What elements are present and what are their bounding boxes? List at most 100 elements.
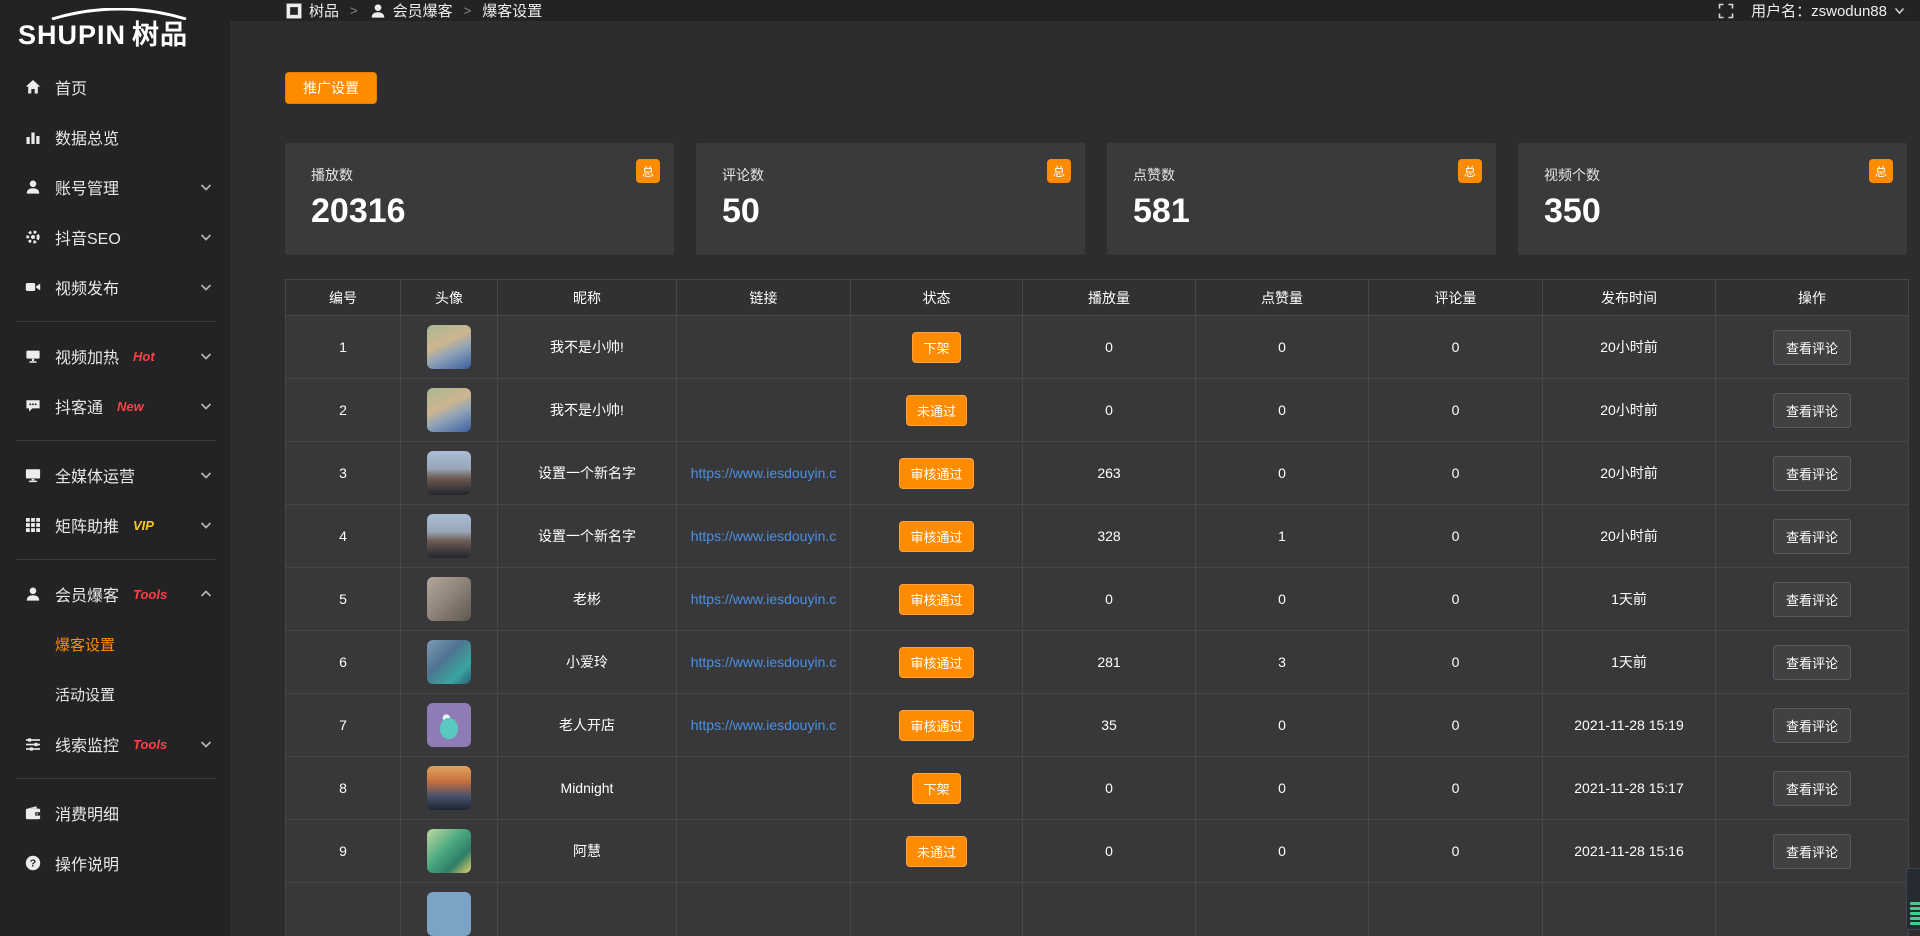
sidebar: SHUPIN树品 首页 数据总览 账号管理 抖音SEO 视频发布 视频加热 Ho… xyxy=(0,0,230,936)
sidebar-item-video-publish[interactable]: 视频发布 xyxy=(0,262,230,312)
status-button[interactable]: 审核通过 xyxy=(899,647,973,678)
row-link-cell: https://www.iesdouyin.c xyxy=(677,505,851,568)
chevron-down-icon xyxy=(197,466,215,484)
floating-widget[interactable] xyxy=(1906,868,1920,930)
row-action-cell xyxy=(1716,883,1909,936)
view-comments-button[interactable]: 查看评论 xyxy=(1773,519,1851,554)
breadcrumb-item-baoke-settings: 爆客设置 xyxy=(482,0,542,21)
sidebar-item-clue-monitor[interactable]: 线索监控 Tools xyxy=(0,719,230,769)
user-menu[interactable]: 用户名：zswodun88 xyxy=(1751,0,1905,21)
row-link-cell: https://www.iesdouyin.c xyxy=(677,631,851,694)
sidebar-item-tag: Hot xyxy=(133,349,155,364)
monitor-icon xyxy=(24,466,42,484)
stat-label: 播放数 xyxy=(311,165,648,185)
row-link[interactable]: https://www.iesdouyin.c xyxy=(691,591,837,607)
sidebar-subitem-baoke-settings[interactable]: 爆客设置 xyxy=(0,619,230,669)
sidebar-item-douketong[interactable]: 抖客通 New xyxy=(0,381,230,431)
status-button[interactable]: 下架 xyxy=(912,773,960,804)
table-row: 7 老人开店 https://www.iesdouyin.c 审核通过 35 0… xyxy=(286,694,1909,757)
sidebar-item-douyin-seo[interactable]: 抖音SEO xyxy=(0,212,230,262)
sidebar-item-operation-guide[interactable]: ? 操作说明 xyxy=(0,838,230,888)
chevron-down-icon xyxy=(197,397,215,415)
row-comments: 0 xyxy=(1369,568,1543,631)
chevron-down-icon xyxy=(197,278,215,296)
sidebar-item-matrix-boost[interactable]: 矩阵助推 VIP xyxy=(0,500,230,550)
row-likes: 0 xyxy=(1196,694,1369,757)
username-label: 用户名：zswodun88 xyxy=(1751,0,1887,21)
app-root: SHUPIN树品 首页 数据总览 账号管理 抖音SEO 视频发布 视频加热 Ho… xyxy=(0,0,1920,936)
view-comments-button[interactable]: 查看评论 xyxy=(1773,645,1851,680)
row-likes: 0 xyxy=(1196,568,1369,631)
row-plays: 0 xyxy=(1023,568,1196,631)
row-avatar-cell xyxy=(401,505,498,568)
view-comments-button[interactable]: 查看评论 xyxy=(1773,834,1851,869)
row-link-cell xyxy=(677,379,851,442)
sidebar-item-label: 全媒体运营 xyxy=(55,463,135,487)
chevron-down-icon xyxy=(1894,7,1905,15)
sidebar-item-account-manage[interactable]: 账号管理 xyxy=(0,162,230,212)
view-comments-button[interactable]: 查看评论 xyxy=(1773,456,1851,491)
status-button[interactable]: 审核通过 xyxy=(899,458,973,489)
sidebar-item-home[interactable]: 首页 xyxy=(0,62,230,112)
row-avatar-cell xyxy=(401,883,498,936)
status-button[interactable]: 审核通过 xyxy=(899,521,973,552)
view-comments-button[interactable]: 查看评论 xyxy=(1773,330,1851,365)
status-button[interactable]: 未通过 xyxy=(906,395,967,426)
sidebar-item-label: 会员爆客 xyxy=(55,582,119,606)
sidebar-item-label: 数据总览 xyxy=(55,125,119,149)
row-link[interactable]: https://www.iesdouyin.c xyxy=(691,654,837,670)
sliders-icon xyxy=(24,735,42,753)
column-header: 点赞量 xyxy=(1196,280,1369,316)
sidebar-item-consumption-detail[interactable]: 消费明细 xyxy=(0,788,230,838)
row-comments: 0 xyxy=(1369,631,1543,694)
breadcrumb-item-member-baoke[interactable]: 会员爆客 xyxy=(369,0,453,21)
sidebar-item-label: 消费明细 xyxy=(55,801,119,825)
row-status-cell: 未通过 xyxy=(851,379,1023,442)
status-button[interactable]: 审核通过 xyxy=(899,584,973,615)
status-button[interactable]: 下架 xyxy=(912,332,960,363)
row-link[interactable]: https://www.iesdouyin.c xyxy=(691,465,837,481)
sidebar-item-label: 视频加热 xyxy=(55,344,119,368)
row-avatar-cell xyxy=(401,631,498,694)
status-button[interactable]: 审核通过 xyxy=(899,710,973,741)
logo-cn: 树品 xyxy=(132,20,188,50)
row-link[interactable]: https://www.iesdouyin.c xyxy=(691,528,837,544)
view-comments-button[interactable]: 查看评论 xyxy=(1773,708,1851,743)
row-avatar-cell xyxy=(401,316,498,379)
row-comments: 0 xyxy=(1369,820,1543,883)
sidebar-item-media-operation[interactable]: 全媒体运营 xyxy=(0,450,230,500)
user-icon xyxy=(24,585,42,603)
row-link-cell xyxy=(677,316,851,379)
view-comments-button[interactable]: 查看评论 xyxy=(1773,771,1851,806)
table-row: 9 阿慧 未通过 0 0 0 2021-11-28 15:16 查看评论 xyxy=(286,820,1909,883)
stat-value: 581 xyxy=(1133,192,1470,231)
table-row: 3 设置一个新名字 https://www.iesdouyin.c 审核通过 2… xyxy=(286,442,1909,505)
chevron-down-icon xyxy=(197,228,215,246)
fullscreen-icon[interactable] xyxy=(1717,2,1735,20)
row-plays: 328 xyxy=(1023,505,1196,568)
breadcrumb-label: 树品 xyxy=(309,0,339,21)
view-comments-button[interactable]: 查看评论 xyxy=(1773,582,1851,617)
row-link[interactable]: https://www.iesdouyin.c xyxy=(691,717,837,733)
row-likes: 1 xyxy=(1196,505,1369,568)
sidebar-item-video-heat[interactable]: 视频加热 Hot xyxy=(0,331,230,381)
view-comments-button[interactable]: 查看评论 xyxy=(1773,393,1851,428)
status-button[interactable]: 未通过 xyxy=(906,836,967,867)
widget-bar xyxy=(1910,907,1920,910)
topbar: 树品 > 会员爆客 > 爆客设置 用户名：zswodun88 xyxy=(230,0,1920,21)
sidebar-subitem-activity-settings[interactable]: 活动设置 xyxy=(0,669,230,719)
breadcrumb-item-shupin[interactable]: 树品 xyxy=(285,0,339,21)
logo-text: SHUPIN树品 xyxy=(18,20,230,50)
sidebar-item-member-baoke[interactable]: 会员爆客 Tools xyxy=(0,569,230,619)
row-comments: 0 xyxy=(1369,694,1543,757)
avatar xyxy=(427,703,471,747)
row-plays: 0 xyxy=(1023,757,1196,820)
row-time: 20小时前 xyxy=(1543,442,1716,505)
chevron-down-icon xyxy=(197,516,215,534)
sidebar-item-data-overview[interactable]: 数据总览 xyxy=(0,112,230,162)
row-action-cell: 查看评论 xyxy=(1716,568,1909,631)
row-nickname xyxy=(498,883,677,936)
videos-table: 编号头像昵称链接状态播放量点赞量评论量发布时间操作 1 我不是小帅! 下架 0 … xyxy=(285,279,1909,936)
promo-settings-button[interactable]: 推广设置 xyxy=(285,72,377,104)
stat-value: 50 xyxy=(722,192,1059,231)
